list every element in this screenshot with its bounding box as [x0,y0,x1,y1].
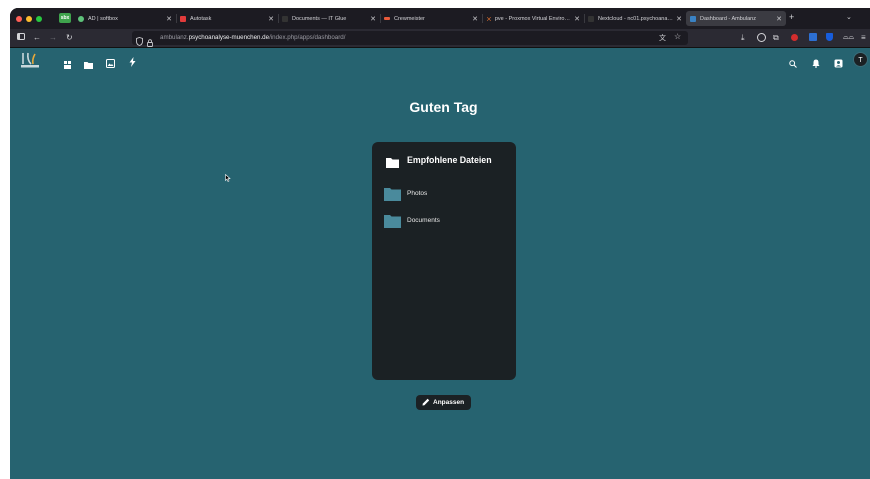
url-bar[interactable]: ambulanz.psychoanalyse-muenchen.de/index… [132,31,688,47]
tab-it-glue[interactable]: Documents — IT Glue ✕ [278,11,380,26]
tab-ad-softbox[interactable]: AD | softbox ✕ [74,11,176,26]
new-tab-button[interactable]: + [789,12,794,22]
downloads-icon[interactable]: ⤓ [741,33,745,43]
recommended-files-widget: Empfohlene Dateien Photos Documents [372,142,516,380]
close-tab-icon[interactable]: ✕ [472,15,478,23]
list-item[interactable]: Documents [384,215,504,229]
dashboard-content: Guten Tag Empfohlene Dateien Photos Docu… [10,72,870,479]
forward-arrow-icon[interactable]: → [49,33,57,43]
search-icon[interactable] [789,55,797,73]
list-tabs-chevron-icon[interactable]: ⌄ [846,13,852,21]
page-title: Guten Tag [409,99,478,115]
tab-dashboard-ambulanz[interactable]: Dashboard - Ambulanz ✕ [686,11,786,26]
nextcloud-favicon-icon [588,15,594,22]
list-item[interactable]: Photos [384,188,504,202]
close-tab-icon[interactable]: ✕ [370,15,376,23]
mouse-cursor-icon [225,169,231,187]
extension-blue-icon[interactable] [809,33,817,41]
folder-label: Documents [407,217,440,224]
maximize-window-button[interactable] [36,16,42,22]
tab-group-badge[interactable]: sbx [59,13,71,23]
crewmeister-favicon-icon [384,17,390,20]
folder-icon [384,188,401,206]
itglue-favicon-icon [282,15,288,22]
softbox-favicon-icon [78,15,84,22]
contacts-icon[interactable] [834,55,843,73]
bitwarden-icon[interactable] [826,33,833,41]
autotask-favicon-icon [180,15,186,22]
close-tab-icon[interactable]: ✕ [268,15,274,23]
folder-icon [386,155,399,173]
translate-icon[interactable]: 文 [659,33,666,43]
app-menu-icon[interactable]: ≡ [861,33,866,43]
browser-toolbar: ← → ↻ ambulanz.psychoanalyse-muenchen.de… [10,29,870,48]
extension-red-icon[interactable] [791,34,798,41]
close-tab-icon[interactable]: ✕ [676,15,682,23]
pencil-icon [422,398,430,408]
browser-window: sbx AD | softbox ✕ Autotask ✕ Documents … [10,8,870,479]
tab-crewmeister[interactable]: Crewmeister ✕ [380,11,482,26]
photos-icon[interactable] [106,55,115,73]
close-tab-icon[interactable]: ✕ [166,15,172,23]
close-tab-icon[interactable]: ✕ [776,15,782,23]
minimize-window-button[interactable] [26,16,32,22]
folder-label: Photos [407,190,428,197]
ambulanz-favicon-icon [690,15,696,22]
activity-icon[interactable] [129,54,136,72]
nextcloud-header: T [10,48,870,72]
widget-title: Empfohlene Dateien [407,155,492,165]
tab-autotask[interactable]: Autotask ✕ [176,11,278,26]
back-arrow-icon[interactable]: ← [33,33,41,43]
folder-icon [384,215,401,233]
avatar[interactable]: T [853,52,868,67]
close-window-button[interactable] [16,16,22,22]
tab-proxmox[interactable]: ⨯ pve - Proxmox Virtual Environm ✕ [482,11,584,26]
extension-glasses-icon[interactable]: ⌓⌓ [843,33,854,43]
ambulanz-logo[interactable] [19,51,41,74]
bookmark-star-icon[interactable]: ☆ [674,32,681,41]
notifications-icon[interactable] [812,55,820,73]
sidebar-toggle-icon[interactable] [17,33,25,43]
reload-icon[interactable]: ↻ [66,33,73,43]
tab-strip: sbx AD | softbox ✕ Autotask ✕ Documents … [10,8,870,29]
url-text[interactable]: ambulanz.psychoanalyse-muenchen.de/index… [160,34,345,41]
proxmox-favicon-icon: ⨯ [486,15,492,23]
close-tab-icon[interactable]: ✕ [574,15,580,23]
tab-nextcloud[interactable]: Nextcloud - nc01.psychoanalys ✕ [584,11,686,26]
customize-button[interactable]: Anpassen [416,395,471,410]
account-icon[interactable] [757,33,766,42]
extensions-icon[interactable]: ⧉ [773,33,779,43]
